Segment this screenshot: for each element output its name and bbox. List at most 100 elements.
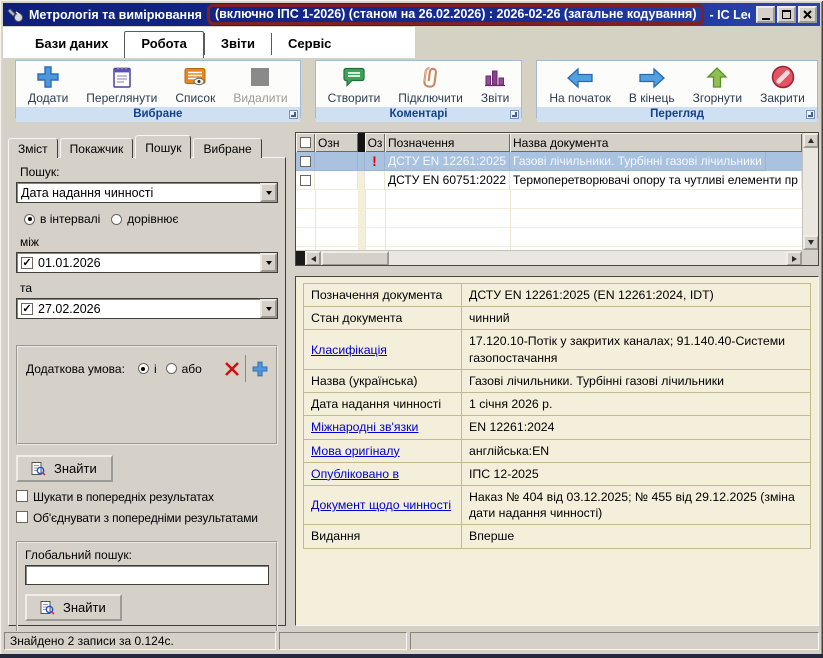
column-mark2[interactable]: Оз: [365, 133, 385, 152]
close-button[interactable]: [798, 6, 817, 23]
remove-condition-button[interactable]: [219, 354, 244, 383]
details-row: Стан документа чинний: [304, 307, 811, 330]
dialog-launcher-icon[interactable]: [510, 110, 519, 119]
detail-value: Наказ № 404 від 03.12.2025; № 455 від 29…: [462, 485, 811, 524]
minimize-button[interactable]: [756, 6, 775, 23]
global-find-button[interactable]: Знайти: [25, 594, 122, 621]
find-button[interactable]: Знайти: [16, 455, 113, 482]
scrollbar-thumb[interactable]: [321, 251, 389, 266]
dialog-launcher-icon[interactable]: [289, 110, 298, 119]
detail-value: ІПС 12-2025: [462, 462, 811, 485]
add-condition-button[interactable]: [247, 354, 272, 383]
published-in-link[interactable]: Опубліковано в: [311, 467, 399, 481]
column-designation[interactable]: Позначення: [385, 133, 510, 152]
ribbon-tab-work[interactable]: Робота: [124, 31, 204, 58]
red-x-icon: [223, 360, 241, 378]
radio-interval-label: в інтервалі: [40, 212, 100, 226]
combo-dropdown-button[interactable]: [260, 183, 277, 202]
chevron-down-icon: [266, 261, 272, 265]
triangle-right-icon: [792, 256, 797, 262]
app-window: Метрологія та вимірювання(включно ІПС 1-…: [0, 0, 823, 658]
detail-value: 17.120.10-Потік у закритих каналах; 91.1…: [462, 330, 811, 369]
column-mark[interactable]: Озн: [315, 133, 358, 152]
go-first-button[interactable]: На початок: [540, 62, 620, 107]
validity-document-link[interactable]: Документ щодо чинності: [311, 498, 451, 512]
date-to-checkbox[interactable]: ✓: [21, 303, 33, 315]
radio-equal[interactable]: [111, 214, 122, 225]
list-button[interactable]: Список: [166, 62, 224, 107]
international-links-link[interactable]: Міжнародні зв'язки: [311, 420, 418, 434]
radio-and[interactable]: [138, 363, 149, 374]
sidebar-tab-strip: Зміст Покажчик Пошук Вибране: [8, 134, 264, 158]
row-checkbox[interactable]: [300, 175, 311, 186]
scroll-up-button[interactable]: [803, 133, 819, 148]
attach-button[interactable]: Підключити: [389, 62, 472, 107]
delete-button[interactable]: Видалити: [224, 62, 296, 107]
combo-dropdown-button[interactable]: [260, 299, 277, 318]
date-from-combobox[interactable]: ✓01.01.2026: [16, 252, 278, 273]
ribbon-tab-databases[interactable]: Бази даних: [19, 33, 124, 55]
search-field-combobox[interactable]: Дата надання чинності: [16, 182, 278, 203]
extra-condition-group: Додаткова умова: і або: [16, 345, 278, 445]
arrow-left-icon: [565, 63, 595, 90]
ribbon-group-comments: Створити Підключити: [315, 60, 523, 118]
collapse-button[interactable]: Згорнути: [684, 62, 752, 107]
scroll-left-button[interactable]: [305, 251, 321, 266]
details-row: Документ щодо чинності Наказ № 404 від 0…: [304, 485, 811, 524]
vertical-scrollbar[interactable]: [802, 133, 818, 250]
header-checkbox[interactable]: [296, 133, 315, 152]
tab-favorites[interactable]: Вибране: [193, 138, 261, 158]
alert-flag-icon: !: [372, 153, 377, 169]
horizontal-splitter[interactable]: [295, 266, 819, 276]
table-row[interactable]: ДСТУ EN 60751:2022 (EN Термоперетворювач…: [296, 171, 802, 190]
scroll-right-button[interactable]: [786, 251, 802, 266]
view-button[interactable]: Переглянути: [77, 62, 166, 107]
original-language-link[interactable]: Мова оригіналу: [311, 444, 400, 458]
details-row: Назва (українська) Газові лічильники. Ту…: [304, 369, 811, 392]
between-label: між: [20, 235, 278, 249]
scroll-split-grip[interactable]: [296, 251, 305, 266]
radio-and-label: і: [154, 362, 157, 376]
detail-value: Газові лічильники. Турбінні газові лічил…: [462, 369, 811, 392]
search-previous-checkbox[interactable]: [16, 490, 28, 502]
scroll-down-button[interactable]: [803, 235, 819, 250]
column-name[interactable]: Назва документа: [510, 133, 802, 152]
details-row: Дата надання чинності 1 січня 2026 р.: [304, 393, 811, 416]
global-search-input[interactable]: [25, 565, 269, 585]
maximize-button[interactable]: [777, 6, 796, 23]
merge-previous-checkbox[interactable]: [16, 511, 28, 523]
date-from-checkbox[interactable]: ✓: [21, 257, 33, 269]
window-title: Метрологія та вимірювання(включно ІПС 1-…: [29, 4, 750, 25]
find-icon: [39, 600, 55, 616]
group-caption-favorites: Вибране: [133, 108, 182, 120]
app-icon: [7, 7, 25, 23]
radio-or[interactable]: [166, 363, 177, 374]
row-name: Газові лічильники. Турбінні газові лічил…: [510, 152, 766, 171]
radio-or-label: або: [182, 362, 202, 376]
add-button[interactable]: Додати: [19, 62, 77, 107]
paperclip-icon: [418, 63, 444, 90]
dialog-launcher-icon[interactable]: [806, 110, 815, 119]
ribbon-tab-service[interactable]: Сервіс: [271, 33, 347, 55]
detail-value: 1 січня 2026 р.: [462, 393, 811, 416]
create-comment-button[interactable]: Створити: [319, 62, 390, 107]
reports-button[interactable]: Звіти: [472, 62, 519, 107]
close-db-button[interactable]: Закрити: [751, 62, 814, 107]
go-last-button[interactable]: В кінець: [620, 62, 684, 107]
tab-search[interactable]: Пошук: [135, 135, 191, 159]
classification-link[interactable]: Класифікація: [311, 343, 387, 357]
date-to-combobox[interactable]: ✓27.02.2026: [16, 298, 278, 319]
small-plus-icon: [251, 360, 269, 378]
horizontal-scrollbar[interactable]: [296, 250, 802, 265]
detail-label: Стан документа: [304, 307, 462, 330]
ribbon-tab-reports[interactable]: Звіти: [204, 33, 271, 55]
detail-label: Позначення документа: [304, 284, 462, 307]
radio-interval[interactable]: [24, 214, 35, 225]
row-checkbox[interactable]: [300, 156, 311, 167]
tab-contents[interactable]: Зміст: [8, 138, 58, 158]
column-separator[interactable]: [358, 133, 365, 152]
table-row[interactable]: ! ДСТУ EN 12261:2025 (EN Газові лічильни…: [296, 152, 802, 171]
tab-index[interactable]: Покажчик: [60, 138, 134, 158]
status-message: Знайдено 2 записи за 0.124с.: [4, 632, 276, 650]
combo-dropdown-button[interactable]: [260, 253, 277, 272]
